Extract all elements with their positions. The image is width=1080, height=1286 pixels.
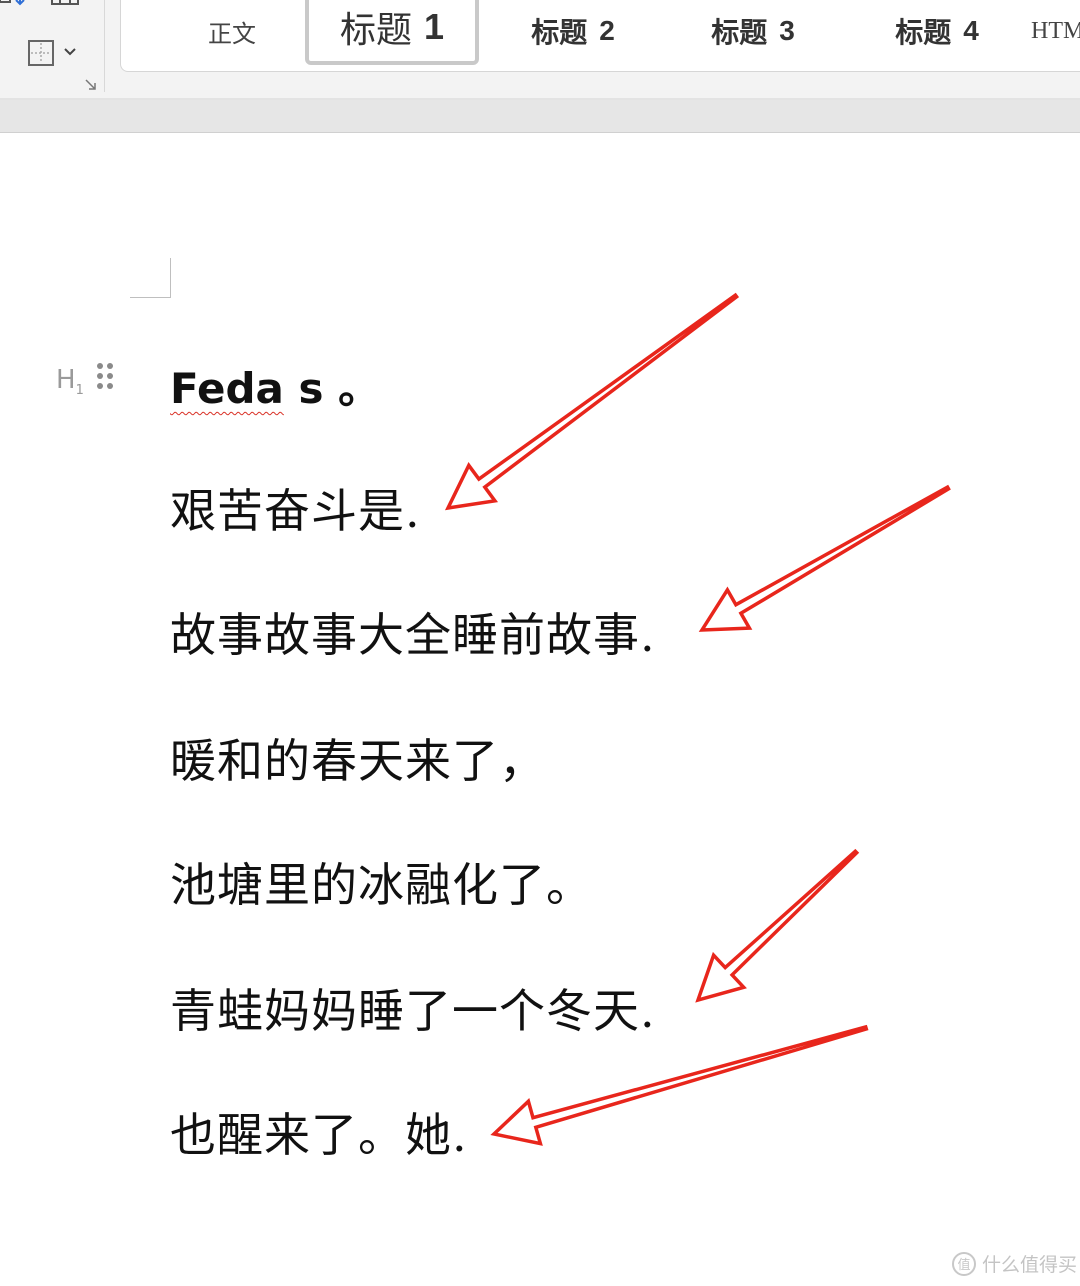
heading-level-letter: H: [56, 365, 76, 395]
misspelled-word[interactable]: Feda: [170, 364, 284, 413]
document-toolbar-separator: [0, 100, 1080, 133]
borders-icon[interactable]: [28, 40, 54, 66]
style-heading-2-label: 标题: [531, 17, 588, 48]
style-html[interactable]: HTML: [1031, 1, 1080, 61]
margin-corner-mark-horizontal: [130, 297, 171, 298]
style-heading-4-number: 4: [963, 15, 979, 46]
style-heading-3[interactable]: 标题 3: [693, 1, 813, 61]
style-heading-1-label: 标题: [339, 9, 412, 50]
style-heading-1-number: 1: [423, 6, 445, 47]
dialog-launcher-icon[interactable]: [84, 78, 98, 92]
style-heading-4-label: 标题: [895, 17, 952, 48]
margin-corner-mark: [170, 258, 171, 298]
style-html-label: HTML: [1031, 17, 1080, 44]
paragraph-3[interactable]: 暖和的春天来了，: [170, 725, 546, 791]
chevron-down-icon[interactable]: [64, 47, 76, 57]
style-heading-4[interactable]: 标题 4: [879, 1, 995, 61]
site-watermark: 值 什么值得买: [952, 1250, 1077, 1277]
watermark-text: 什么值得买: [982, 1254, 1078, 1276]
ribbon-divider: [104, 0, 105, 92]
table-icon[interactable]: [50, 0, 80, 10]
paragraph-6[interactable]: 也醒来了。她.: [170, 1099, 468, 1165]
heading-level-indicator[interactable]: H1: [56, 365, 84, 398]
watermark-logo-icon: 值: [952, 1251, 976, 1276]
word-processor-window: 正文 标题 1 标题 2 标题 3 标题 4 HTML: [0, 0, 1080, 1286]
style-heading-1[interactable]: 标题 1: [305, 0, 479, 65]
paragraph-4[interactable]: 池塘里的冰融化了。: [170, 849, 593, 915]
style-heading-2[interactable]: 标题 2: [513, 1, 633, 61]
document-page[interactable]: H1 Feda s 。 艰苦奋斗是. 故事故事大全睡前故事. 暖和的春天来了， …: [0, 133, 1080, 1286]
paragraph-2[interactable]: 故事故事大全睡前故事.: [170, 599, 656, 665]
sort-icon[interactable]: [0, 0, 30, 10]
heading-text: s: [283, 364, 324, 413]
style-heading-3-label: 标题: [711, 17, 768, 48]
ribbon-paragraph-group: [0, 0, 106, 100]
heading-end-mark: 。: [323, 364, 381, 413]
paragraph-5[interactable]: 青蛙妈妈睡了一个冬天.: [170, 975, 656, 1041]
styles-gallery: 正文 标题 1 标题 2 标题 3 标题 4 HTML: [120, 0, 1080, 72]
style-heading-3-number: 3: [779, 15, 795, 46]
ribbon-toolbar: 正文 标题 1 标题 2 标题 3 标题 4 HTML: [0, 0, 1080, 100]
style-normal-label: 正文: [208, 21, 256, 48]
paragraph-1[interactable]: 艰苦奋斗是.: [170, 475, 421, 541]
style-normal[interactable]: 正文: [187, 1, 277, 61]
drag-handle-icon[interactable]: [97, 363, 117, 393]
style-heading-2-number: 2: [599, 15, 615, 46]
heading-level-number: 1: [75, 383, 84, 399]
heading-1-paragraph[interactable]: Feda s 。: [170, 355, 380, 416]
